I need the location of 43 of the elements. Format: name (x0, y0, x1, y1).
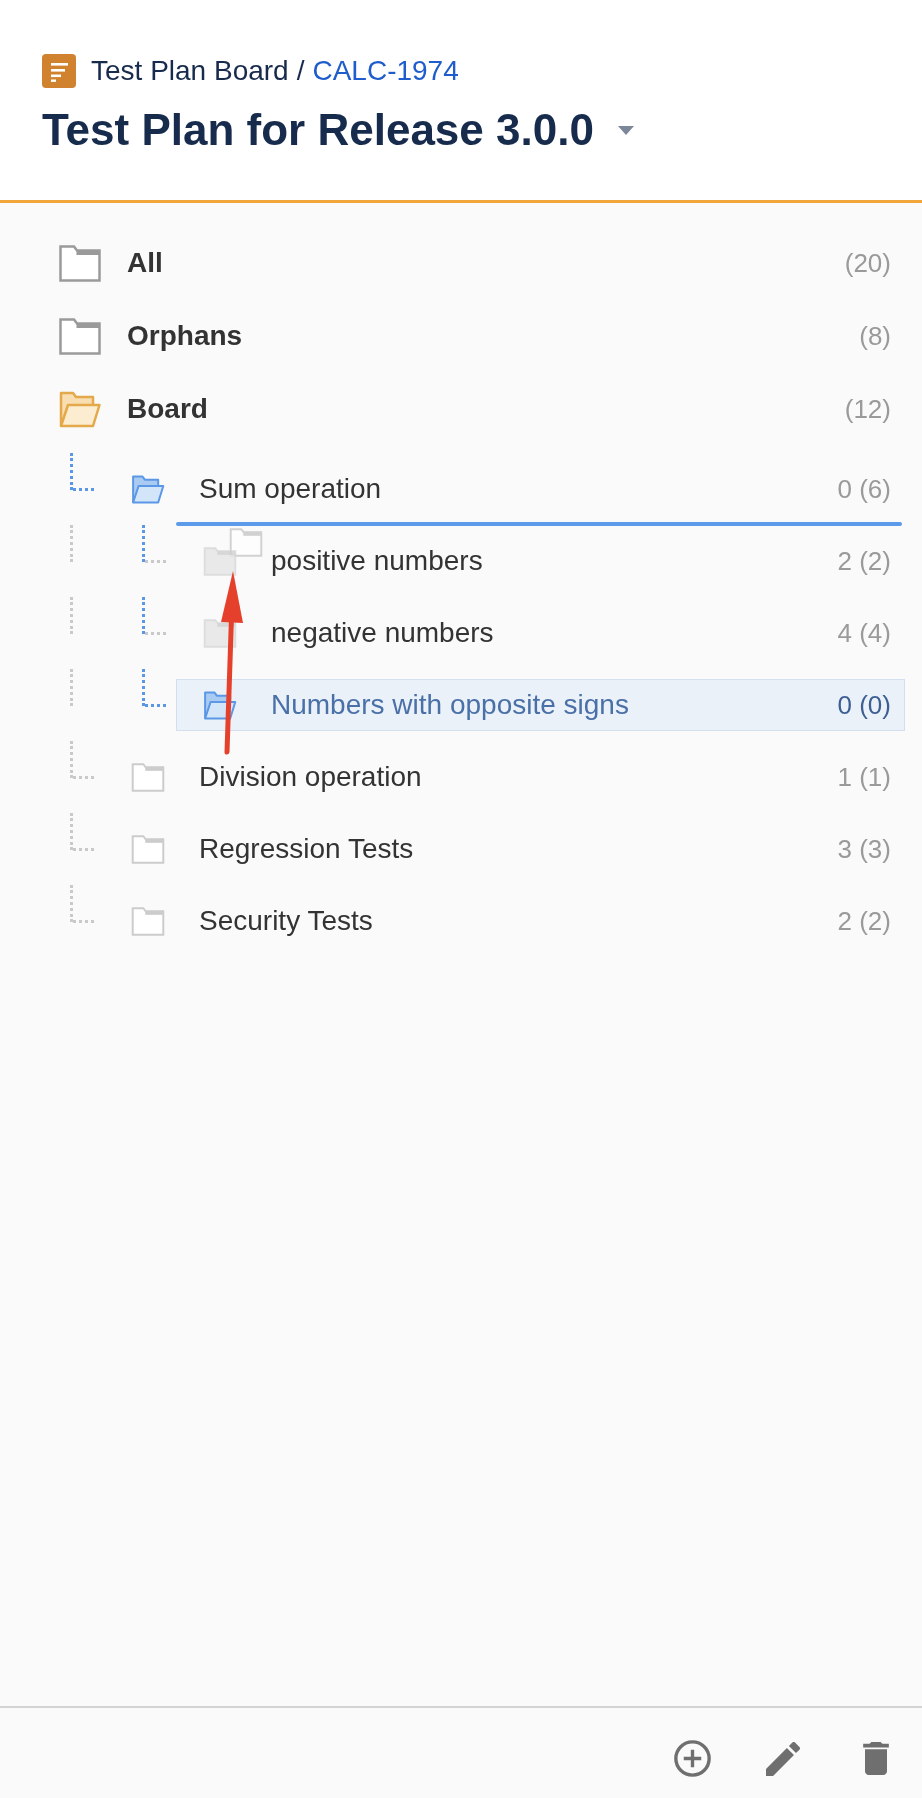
item-count: (8) (859, 320, 891, 352)
folder-name: Sum operation (199, 473, 382, 505)
tree-item[interactable]: Security Tests 2 (2) (104, 895, 905, 947)
tree-item[interactable]: Division operation 1 (1) (104, 751, 905, 803)
folder-icon (229, 528, 263, 557)
tree-item[interactable]: positive numbers 2 (2) (176, 535, 905, 587)
connector-line (70, 669, 73, 706)
folder-name: Orphans (127, 320, 243, 352)
breadcrumb-separator: / (296, 54, 305, 88)
item-count: 4 (4) (837, 617, 891, 649)
item-count: 2 (2) (837, 545, 891, 577)
item-count: 1 (1) (837, 761, 891, 793)
trash-icon[interactable] (863, 1742, 889, 1775)
tree-item[interactable]: All (20) (32, 237, 905, 289)
add-icon[interactable] (674, 1740, 711, 1777)
tree-item[interactable]: Regression Tests 3 (3) (104, 823, 905, 875)
folder-name: negative numbers (271, 617, 494, 649)
folder-name: Security Tests (199, 905, 373, 937)
item-count: 3 (3) (837, 833, 891, 865)
folder-name: Numbers with opposite signs (271, 689, 629, 721)
list-icon (42, 54, 76, 88)
item-count: 0 (0) (837, 689, 891, 721)
folder-name: Board (127, 393, 208, 425)
tree-item[interactable]: Board (12) (32, 383, 905, 435)
folder-name: All (127, 247, 163, 279)
tree-item[interactable]: Sum operation 0 (6) (104, 463, 905, 515)
folder-name: Regression Tests (199, 833, 414, 865)
folder-name: Division operation (199, 761, 422, 793)
connector-line (70, 597, 73, 634)
tree-item[interactable]: negative numbers 4 (4) (176, 607, 905, 659)
folder-name: positive numbers (271, 545, 483, 577)
breadcrumb-link[interactable]: Test Plan Board (91, 54, 289, 88)
page-title: Test Plan for Release 3.0.0 (42, 104, 594, 156)
connector-line (70, 525, 73, 562)
item-count: (12) (844, 393, 891, 425)
item-count: 2 (2) (837, 905, 891, 937)
pencil-icon[interactable] (766, 1741, 800, 1776)
issue-link[interactable]: CALC-1974 (312, 54, 459, 88)
tree-item[interactable]: Numbers with opposite signs 0 (0) (176, 679, 905, 731)
tree-item[interactable]: Orphans (8) (32, 310, 905, 362)
item-count: (20) (844, 247, 891, 279)
item-count: 0 (6) (837, 473, 891, 505)
caret-down-icon[interactable] (617, 125, 634, 135)
